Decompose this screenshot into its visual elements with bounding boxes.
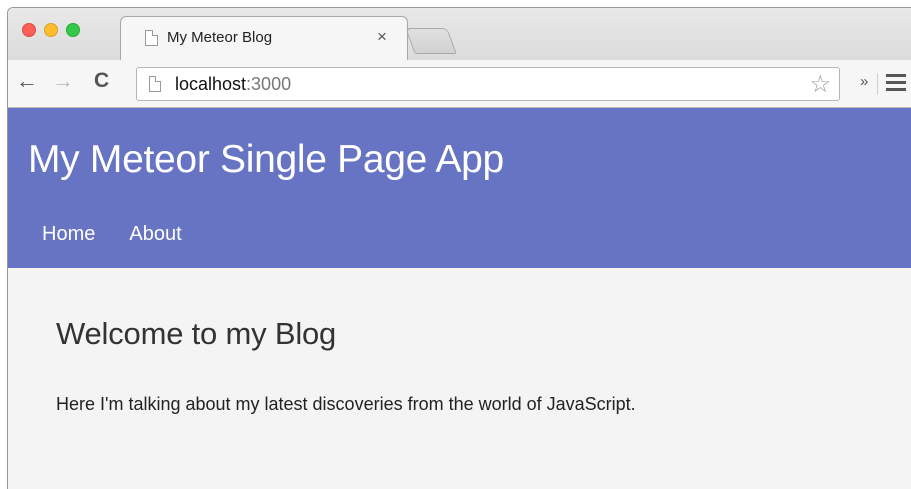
page-viewport: My Meteor Single Page App Home About Wel… xyxy=(8,108,911,489)
url-host: localhost xyxy=(175,74,247,94)
forward-icon[interactable]: → xyxy=(52,68,74,94)
nav-link-home[interactable]: Home xyxy=(42,223,95,246)
tab-strip: My Meteor Blog × xyxy=(8,8,911,60)
tab-active[interactable]: My Meteor Blog × xyxy=(120,16,408,60)
page-icon xyxy=(145,30,158,46)
new-tab-button[interactable] xyxy=(405,28,457,54)
site-header: My Meteor Single Page App Home About xyxy=(8,108,911,268)
url-port: :3000 xyxy=(246,74,292,94)
toolbar-divider xyxy=(877,73,878,95)
hamburger-menu-icon[interactable] xyxy=(886,74,906,95)
page-body-text: Here I'm talking about my latest discove… xyxy=(56,394,636,414)
site-title: My Meteor Single Page App xyxy=(28,138,504,181)
extensions-overflow-icon[interactable]: » xyxy=(860,73,868,90)
window-controls xyxy=(22,23,80,37)
browser-toolbar: ← → C localhost:3000 ☆ » xyxy=(8,60,911,108)
browser-window: My Meteor Blog × ← → C localhost:3000 ☆ … xyxy=(7,7,911,489)
page-icon xyxy=(149,76,161,92)
close-tab-icon[interactable]: × xyxy=(377,27,387,47)
minimize-window-icon[interactable] xyxy=(44,23,58,37)
page-heading: Welcome to my Blog xyxy=(56,316,337,351)
main-content: Welcome to my Blog Here I'm talking abou… xyxy=(56,316,636,415)
bookmark-star-icon[interactable]: ☆ xyxy=(809,70,831,99)
nav-link-about[interactable]: About xyxy=(129,223,181,246)
tab-title: My Meteor Blog xyxy=(167,29,273,46)
back-icon[interactable]: ← xyxy=(16,68,38,94)
zoom-window-icon[interactable] xyxy=(66,23,80,37)
url-text[interactable]: localhost:3000 xyxy=(175,74,291,95)
reload-icon[interactable]: C xyxy=(94,68,109,94)
address-bar[interactable]: localhost:3000 ☆ xyxy=(136,67,840,101)
site-nav: Home About xyxy=(42,223,182,246)
close-window-icon[interactable] xyxy=(22,23,36,37)
